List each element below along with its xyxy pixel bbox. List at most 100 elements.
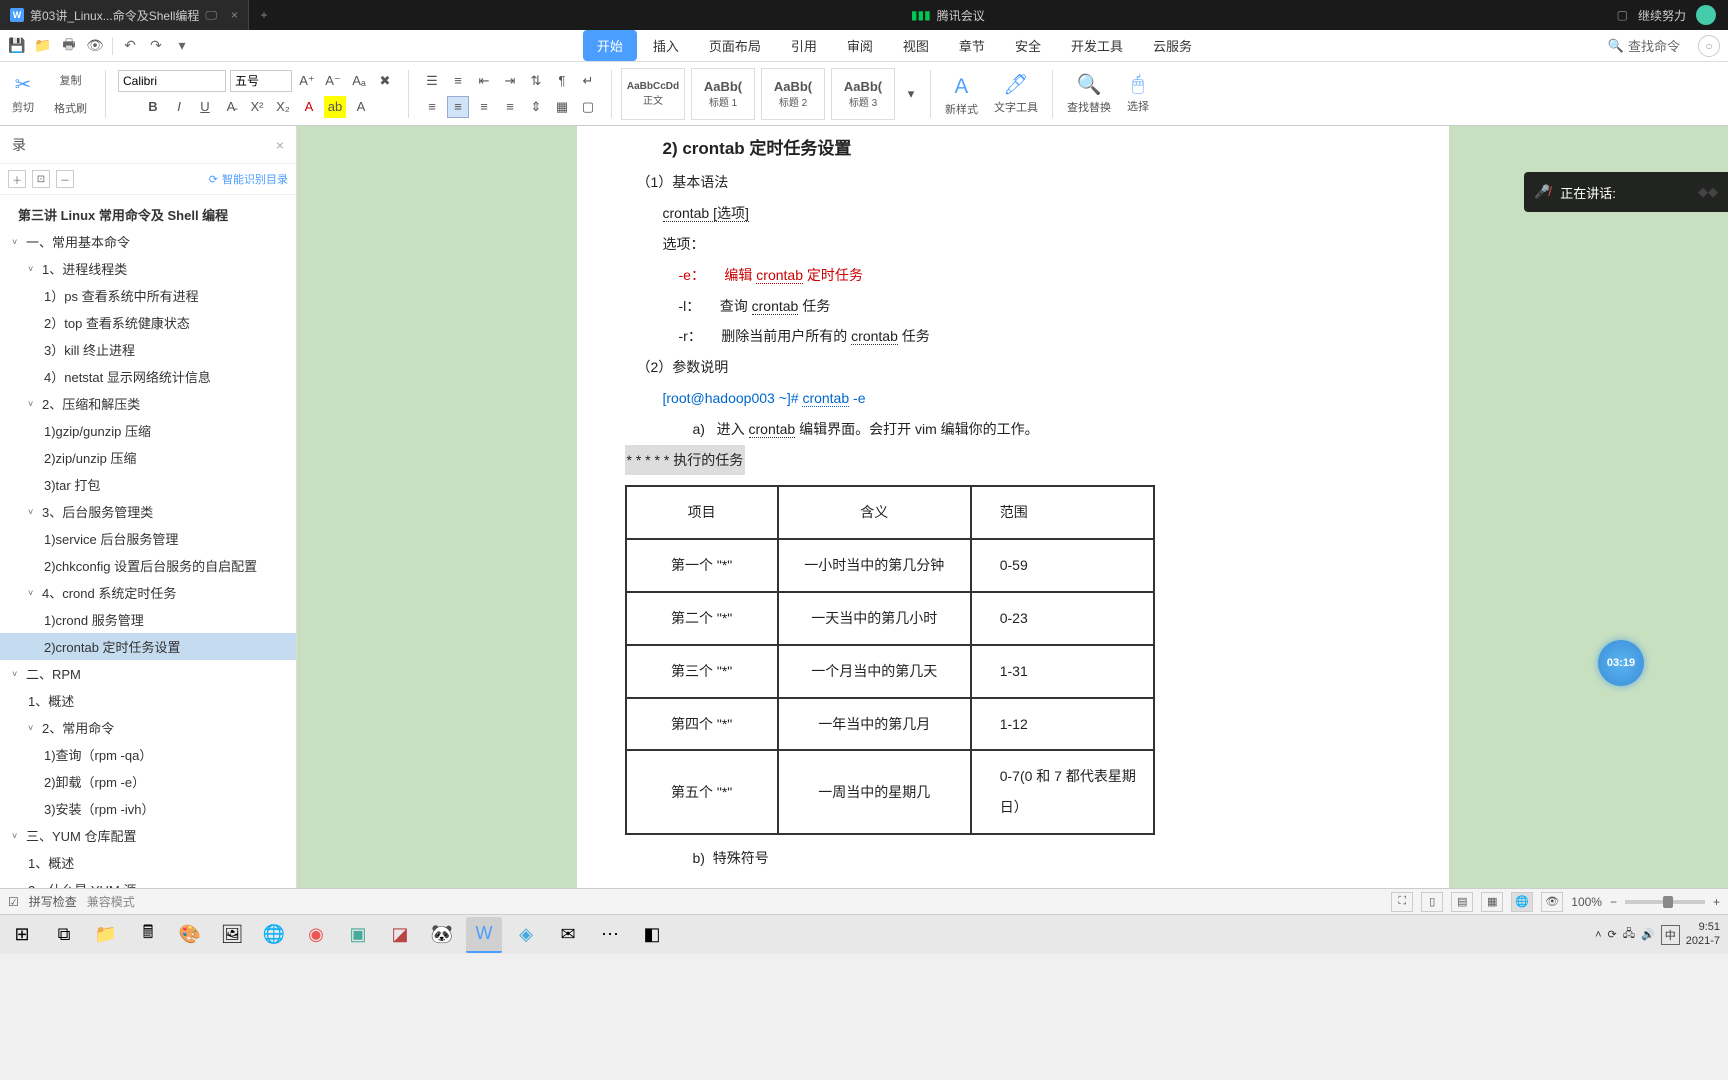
- tips-icon[interactable]: ○: [1698, 35, 1720, 57]
- preview-icon[interactable]: 👁: [86, 37, 104, 55]
- sort-icon[interactable]: ⇅: [525, 70, 547, 92]
- meeting-overlay[interactable]: 🎤̸ 正在讲话: ◆◆: [1524, 172, 1728, 212]
- bold-icon[interactable]: B: [142, 96, 164, 118]
- tab-close-icon[interactable]: ×: [231, 8, 238, 22]
- taskview-icon[interactable]: ⧉: [46, 917, 82, 953]
- sidebar-close-icon[interactable]: ×: [276, 137, 284, 153]
- tab-review[interactable]: 审阅: [833, 30, 887, 61]
- collapse-all-icon[interactable]: －: [56, 170, 74, 188]
- tab-safety[interactable]: 安全: [1001, 30, 1055, 61]
- tab-layout[interactable]: 页面布局: [695, 30, 775, 61]
- chrome-icon[interactable]: 🌐: [256, 917, 292, 953]
- meeting-icon[interactable]: ◈: [508, 917, 544, 953]
- zoom-level[interactable]: 100%: [1571, 895, 1602, 909]
- checkbox-icon[interactable]: ☑: [8, 895, 19, 909]
- tab-start[interactable]: 开始: [583, 30, 637, 61]
- undo-icon[interactable]: ↶: [121, 37, 139, 55]
- avatar[interactable]: [1696, 5, 1716, 25]
- toc-item[interactable]: ˅1、进程线程类: [0, 255, 296, 282]
- show-marks-icon[interactable]: ↵: [577, 70, 599, 92]
- start-icon[interactable]: ⊞: [4, 917, 40, 953]
- toc-item[interactable]: 3)安装（rpm -ivh）: [0, 795, 296, 822]
- numbering-icon[interactable]: ≡: [447, 70, 469, 92]
- view-page-icon[interactable]: ▤: [1451, 892, 1473, 912]
- toc-item[interactable]: 第三讲 Linux 常用命令及 Shell 编程: [0, 201, 296, 228]
- spell-check-toggle[interactable]: 拼写检查: [29, 893, 77, 910]
- align-right-icon[interactable]: ≡: [473, 96, 495, 118]
- paint2-icon[interactable]: 🖼: [214, 917, 250, 953]
- underline-icon[interactable]: U: [194, 96, 216, 118]
- bullets-icon[interactable]: ☰: [421, 70, 443, 92]
- toc-item[interactable]: ˅三、YUM 仓库配置: [0, 822, 296, 849]
- style-body[interactable]: AaBbCcDd正文: [621, 68, 685, 120]
- document-viewport[interactable]: 2) crontab 定时任务设置 （1）基本语法 crontab [选项] 选…: [297, 126, 1728, 888]
- tray-clock[interactable]: 9:51 2021-7: [1686, 921, 1720, 947]
- toc-item[interactable]: ˅4、crond 系统定时任务: [0, 579, 296, 606]
- toc-item[interactable]: 1)查询（rpm -qa）: [0, 741, 296, 768]
- ide-icon[interactable]: ◪: [382, 917, 418, 953]
- explorer-icon[interactable]: 📁: [88, 917, 124, 953]
- tab-cloud[interactable]: 云服务: [1139, 30, 1206, 61]
- tray-volume-icon[interactable]: 🔊: [1641, 928, 1655, 941]
- find-replace-button[interactable]: 🔍查找替换: [1061, 66, 1117, 122]
- strike-icon[interactable]: A̵: [220, 96, 242, 118]
- vm-icon[interactable]: ▣: [340, 917, 376, 953]
- toc-item[interactable]: ˅2、常用命令: [0, 714, 296, 741]
- open-icon[interactable]: 📁: [34, 37, 52, 55]
- toc-item[interactable]: 1、概述: [0, 849, 296, 876]
- view-web-icon[interactable]: 🌐: [1511, 892, 1533, 912]
- tab-chapter[interactable]: 章节: [945, 30, 999, 61]
- qat-customize-icon[interactable]: ▾: [173, 37, 191, 55]
- indent-inc-icon[interactable]: ⇥: [499, 70, 521, 92]
- collapse-icon[interactable]: ⊡: [32, 170, 50, 188]
- new-style-button[interactable]: Ａ新样式: [939, 66, 984, 122]
- toc-item[interactable]: 2)chkconfig 设置后台服务的自启配置: [0, 552, 296, 579]
- select-button[interactable]: 🖱选择: [1121, 66, 1155, 122]
- toc-item[interactable]: 2)crontab 定时任务设置: [0, 633, 296, 660]
- app1-icon[interactable]: ◉: [298, 917, 334, 953]
- tray-up-icon[interactable]: ˄: [1595, 929, 1601, 941]
- redo-icon[interactable]: ↷: [147, 37, 165, 55]
- new-tab-button[interactable]: +: [249, 8, 279, 22]
- view-read-icon[interactable]: ▯: [1421, 892, 1443, 912]
- line-spacing-icon[interactable]: ⇕: [525, 96, 547, 118]
- format-painter-button[interactable]: 格式刷: [48, 94, 93, 122]
- toc-item[interactable]: 2)卸载（rpm -e）: [0, 768, 296, 795]
- font-color-icon[interactable]: A: [298, 96, 320, 118]
- toc-item[interactable]: 1)gzip/gunzip 压缩: [0, 417, 296, 444]
- change-case-icon[interactable]: Aₐ: [348, 70, 370, 92]
- print-icon[interactable]: 🖶: [60, 37, 78, 55]
- text-dir-icon[interactable]: ¶: [551, 70, 573, 92]
- tab-dev[interactable]: 开发工具: [1057, 30, 1137, 61]
- fullscreen-icon[interactable]: ⛶: [1391, 892, 1413, 912]
- app3-icon[interactable]: ⋯: [592, 917, 628, 953]
- toc-item[interactable]: ˅一、常用基本命令: [0, 228, 296, 255]
- tray-sync-icon[interactable]: ⟳: [1608, 928, 1617, 941]
- wps-icon[interactable]: W: [466, 917, 502, 953]
- zoom-out-icon[interactable]: −: [1610, 895, 1617, 909]
- align-justify-icon[interactable]: ≡: [499, 96, 521, 118]
- calc-icon[interactable]: 🖩: [130, 917, 166, 953]
- zoom-slider[interactable]: [1625, 900, 1705, 904]
- highlight-icon[interactable]: ab: [324, 96, 346, 118]
- align-center-icon[interactable]: ≡: [447, 96, 469, 118]
- align-left-icon[interactable]: ≡: [421, 96, 443, 118]
- zoom-in-icon[interactable]: +: [1713, 895, 1720, 909]
- smart-recognize-button[interactable]: ⟳ 智能识别目录: [209, 171, 288, 187]
- tab-view[interactable]: 视图: [889, 30, 943, 61]
- style-more-icon[interactable]: ▾: [900, 83, 922, 105]
- app2-icon[interactable]: 🐼: [424, 917, 460, 953]
- toc-item[interactable]: 2）top 查看系统健康状态: [0, 309, 296, 336]
- toc-item[interactable]: ˅二、RPM: [0, 660, 296, 687]
- borders-icon[interactable]: ▢: [577, 96, 599, 118]
- save-icon[interactable]: 💾: [8, 37, 26, 55]
- style-h3[interactable]: AaBb(标题 3: [831, 68, 895, 120]
- tab-insert[interactable]: 插入: [639, 30, 693, 61]
- search-command[interactable]: 🔍 查找命令: [1598, 36, 1690, 55]
- toc-item[interactable]: 4）netstat 显示网络统计信息: [0, 363, 296, 390]
- timer-badge[interactable]: 03:19: [1598, 640, 1644, 686]
- layout-icon[interactable]: ▢: [1617, 8, 1628, 22]
- grow-font-icon[interactable]: A⁺: [296, 70, 318, 92]
- clear-format-icon[interactable]: ✖: [374, 70, 396, 92]
- tray-network-icon[interactable]: 🖧: [1623, 925, 1635, 944]
